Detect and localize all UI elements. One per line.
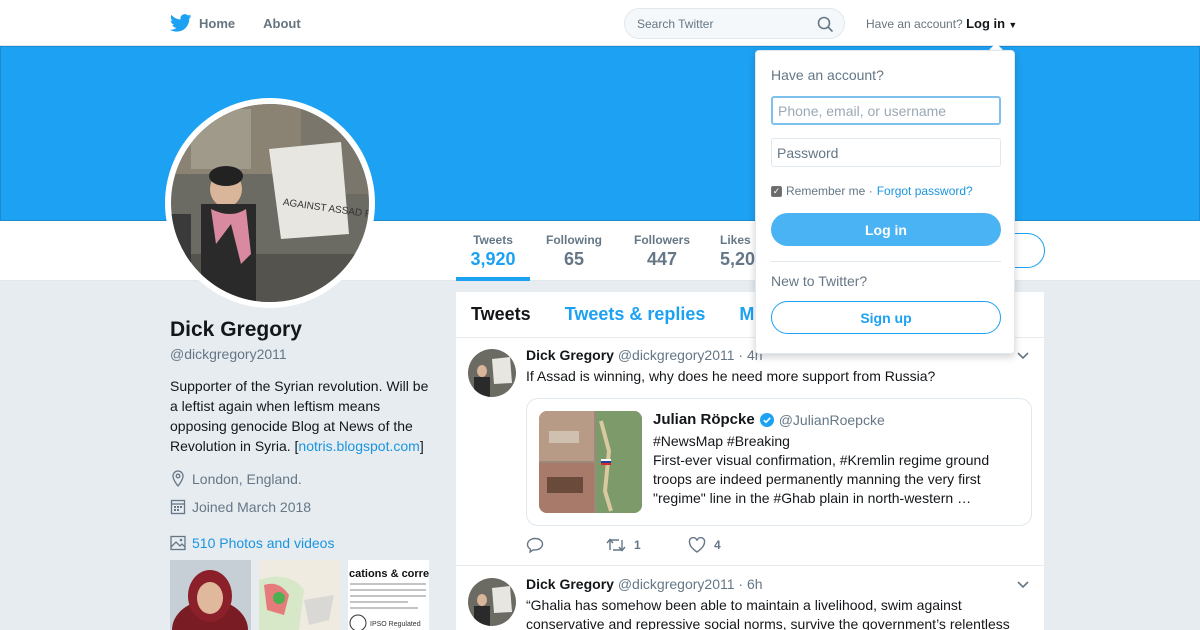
tweet-text: If Assad is winning, why does he need mo…	[526, 368, 936, 384]
search-input[interactable]: Search Twitter	[624, 8, 845, 39]
stat-following-value: 65	[563, 249, 585, 269]
stat-followers-value: 447	[646, 249, 678, 269]
nav-about-label: About	[263, 15, 301, 31]
signup-button[interactable]: Sign up	[771, 301, 1001, 334]
photos-videos-link[interactable]: 510 Photos and videos	[170, 535, 334, 551]
like-count: 4	[714, 538, 721, 552]
twitter-bird-icon	[170, 14, 192, 32]
photos-videos-label: 510 Photos and videos	[192, 535, 335, 551]
quoted-author-handle[interactable]: @JulianRoepcke	[779, 412, 885, 428]
username-field[interactable]: Phone, email, or username	[771, 96, 1001, 125]
nav-home-link[interactable]: Home	[170, 14, 235, 32]
thumb-headline: cations & correc	[349, 568, 429, 580]
new-to-twitter-text: New to Twitter?	[771, 273, 868, 289]
remember-me-checkbox[interactable]: ✓	[771, 185, 782, 197]
quoted-tweet-header: Julian Röpcke @JulianRoepcke	[653, 411, 885, 428]
tweet-avatar[interactable]	[468, 349, 516, 397]
login-dropdown-title: Have an account?	[771, 67, 884, 83]
tweet-author-handle[interactable]: @dickgregory2011	[618, 576, 735, 592]
profile-avatar[interactable]: AGAINST ASSAD RUSSIA IRAN	[165, 98, 375, 308]
tweet[interactable]: Dick Gregory @dickgregory2011 · 6h “Ghal…	[456, 567, 1044, 630]
location-pin-icon	[172, 470, 184, 487]
stat-followers-label: Followers	[633, 233, 690, 247]
retweet-action[interactable]: 1	[606, 538, 688, 552]
dropdown-divider	[771, 261, 1001, 262]
stat-followers[interactable]: Followers 447	[632, 233, 692, 270]
like-action[interactable]: 4	[688, 537, 721, 553]
stat-likes[interactable]: Likes 5,20	[720, 233, 760, 270]
have-account-text: Have an account?	[866, 17, 963, 31]
quoted-tweet-text: #NewsMap #Breaking First-ever visual con…	[653, 433, 990, 506]
login-dropdown: Have an account? Phone, email, or userna…	[755, 50, 1015, 354]
remember-me-row: ✓ Remember me · Forgot password?	[771, 184, 973, 198]
login-link[interactable]: Log in	[966, 16, 1005, 31]
reply-action[interactable]	[526, 537, 606, 553]
chevron-down-icon[interactable]	[1016, 580, 1030, 590]
tab-media[interactable]: M	[739, 304, 754, 325]
tab-tweets[interactable]: Tweets	[471, 304, 531, 325]
location-text: London, England.	[192, 470, 302, 487]
tweet-time[interactable]: · 6h	[738, 576, 762, 592]
profile-name: Dick Gregory	[170, 318, 302, 341]
nav-home-label: Home	[199, 15, 236, 31]
profile-bio: Supporter of the Syrian revolution. Will…	[170, 376, 440, 456]
tab-tweets-replies[interactable]: Tweets & replies	[565, 304, 706, 325]
chevron-down-icon[interactable]	[1016, 351, 1030, 361]
tweet-text: “Ghalia has somehow been able to maintai…	[526, 597, 1010, 630]
stat-tweets[interactable]: Tweets 3,920	[469, 233, 517, 270]
tweet-avatar[interactable]	[468, 578, 516, 626]
tweet-author-name[interactable]: Dick Gregory	[526, 347, 614, 363]
nav-about-link[interactable]: About	[263, 16, 301, 31]
quoted-tweet[interactable]: Julian Röpcke @JulianRoepcke #NewsMap #B…	[526, 398, 1032, 526]
thumb-badge-text: IPSO Regulated	[370, 621, 421, 628]
retweet-count: 1	[634, 538, 641, 552]
quoted-tweet-image	[539, 411, 642, 513]
active-stat-underline	[456, 277, 530, 281]
username-placeholder: Phone, email, or username	[778, 102, 947, 119]
search-icon[interactable]	[817, 16, 834, 33]
reply-icon	[526, 537, 544, 553]
media-thumbnail[interactable]	[259, 560, 340, 630]
stat-likes-value: 5,20	[720, 249, 756, 269]
avatar-photo: AGAINST ASSAD RUSSIA IRAN	[171, 104, 369, 302]
forgot-password-link[interactable]: Forgot password?	[877, 184, 973, 198]
login-toggle[interactable]: Have an account? Log in ▼	[866, 16, 1017, 31]
image-icon	[170, 535, 186, 551]
password-placeholder: Password	[777, 144, 839, 161]
joined-text: Joined March 2018	[192, 498, 312, 515]
tweet-actions: 1 4	[526, 537, 721, 553]
media-thumbnail[interactable]: cations & correc IPSO Regulated	[348, 560, 429, 630]
retweet-icon	[606, 538, 626, 552]
quoted-author-name[interactable]: Julian Röpcke	[653, 411, 755, 428]
bio-link[interactable]: notris.blogspot.com	[298, 438, 419, 454]
caret-down-icon: ▼	[1008, 20, 1018, 30]
top-navigation-bar: Home About Search Twitter Have an accoun…	[0, 0, 1200, 46]
login-button[interactable]: Log in	[771, 213, 1001, 246]
tweet-author-name[interactable]: Dick Gregory	[526, 576, 614, 592]
calendar-icon	[170, 499, 186, 515]
heart-icon	[688, 537, 706, 553]
verified-badge-icon	[759, 412, 774, 427]
nav-left: Home About	[170, 0, 301, 46]
tweet[interactable]: Dick Gregory @dickgregory2011 · 4h If As…	[456, 339, 1044, 566]
stat-following-label: Following	[546, 233, 602, 247]
remember-me-label: Remember me ·	[786, 184, 873, 198]
profile-handle: @dickgregory2011	[170, 346, 287, 362]
stat-following[interactable]: Following 65	[544, 233, 604, 270]
password-field[interactable]: Password	[771, 138, 1001, 167]
media-thumbnail[interactable]	[170, 560, 251, 630]
stat-likes-label: Likes	[720, 233, 751, 247]
tweet-header: Dick Gregory @dickgregory2011 · 6h	[526, 576, 763, 592]
profile-joined: Joined March 2018	[170, 498, 311, 515]
search-placeholder: Search Twitter	[637, 16, 714, 31]
stat-tweets-label: Tweets	[473, 233, 513, 247]
tweet-author-handle[interactable]: @dickgregory2011	[618, 347, 735, 363]
tweet-header: Dick Gregory @dickgregory2011 · 4h	[526, 347, 763, 363]
stat-tweets-value: 3,920	[470, 249, 516, 269]
profile-location: London, England.	[170, 470, 302, 487]
bio-end: ]	[419, 438, 424, 454]
